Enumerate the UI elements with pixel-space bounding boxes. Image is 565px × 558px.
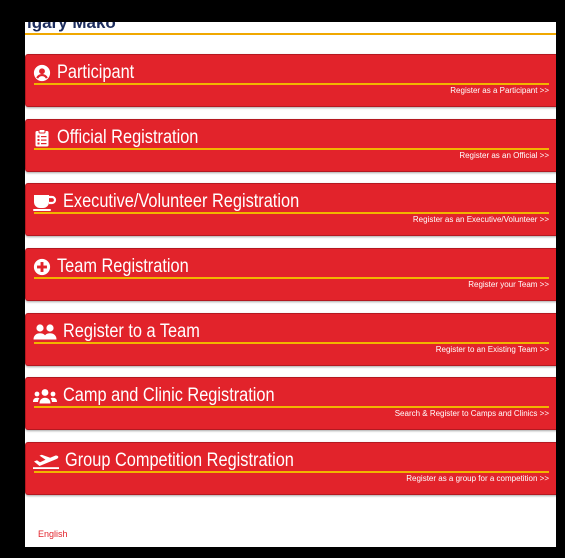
accent-line	[34, 212, 549, 214]
user-circle-icon	[32, 63, 52, 83]
org-name: lgary Mako	[27, 22, 116, 32]
registration-page: lgary Mako Participant Register as a Par…	[25, 22, 556, 547]
group-competition-link[interactable]: Register as a group for a competition >>	[406, 474, 549, 483]
plane-departure-icon	[32, 451, 60, 471]
register-team-title: Register to a Team	[32, 320, 222, 344]
official-link[interactable]: Register as an Official >>	[459, 151, 549, 160]
register-to-team-card[interactable]: Register to a Team Register to an Existi…	[25, 313, 556, 366]
group-competition-title-text: Group Competition Registration	[65, 450, 294, 471]
org-header: lgary Mako	[25, 22, 556, 35]
team-link[interactable]: Register your Team >>	[468, 280, 549, 289]
users-group-icon	[32, 386, 58, 406]
register-team-title-text: Register to a Team	[63, 321, 200, 342]
team-title-text: Team Registration	[57, 256, 189, 277]
executive-title: Executive/Volunteer Registration	[32, 190, 338, 214]
register-team-link[interactable]: Register to an Existing Team >>	[436, 345, 549, 354]
official-registration-card[interactable]: Official Registration Register as an Off…	[25, 119, 556, 172]
clipboard-list-icon	[32, 128, 52, 148]
accent-line	[34, 406, 549, 408]
team-registration-card[interactable]: Team Registration Register your Team >>	[25, 248, 556, 301]
camp-title-text: Camp and Clinic Registration	[63, 385, 275, 406]
participant-title-text: Participant	[57, 62, 135, 83]
camp-clinic-card[interactable]: Camp and Clinic Registration Search & Re…	[25, 377, 556, 430]
official-title: Official Registration	[32, 126, 221, 150]
executive-title-text: Executive/Volunteer Registration	[63, 191, 300, 212]
accent-line	[34, 83, 549, 85]
language-selector[interactable]: English	[38, 529, 68, 539]
group-competition-card[interactable]: Group Competition Registration Register …	[25, 442, 556, 495]
executive-volunteer-card[interactable]: Executive/Volunteer Registration Registe…	[25, 183, 556, 236]
accent-line	[34, 342, 549, 344]
accent-line	[34, 148, 549, 150]
participant-card[interactable]: Participant Register as a Participant >>	[25, 54, 556, 107]
team-title: Team Registration	[32, 255, 210, 279]
users-icon	[32, 322, 58, 342]
plus-circle-icon	[32, 257, 52, 277]
group-competition-title: Group Competition Registration	[32, 449, 331, 473]
official-title-text: Official Registration	[57, 127, 199, 148]
participant-title: Participant	[32, 61, 147, 85]
camp-title: Camp and Clinic Registration	[32, 384, 309, 408]
coffee-cup-icon	[32, 192, 58, 212]
participant-link[interactable]: Register as a Participant >>	[450, 86, 549, 95]
accent-line	[34, 277, 549, 279]
camp-link[interactable]: Search & Register to Camps and Clinics >…	[395, 409, 549, 418]
accent-line	[34, 471, 549, 473]
executive-link[interactable]: Register as an Executive/Volunteer >>	[413, 215, 549, 224]
